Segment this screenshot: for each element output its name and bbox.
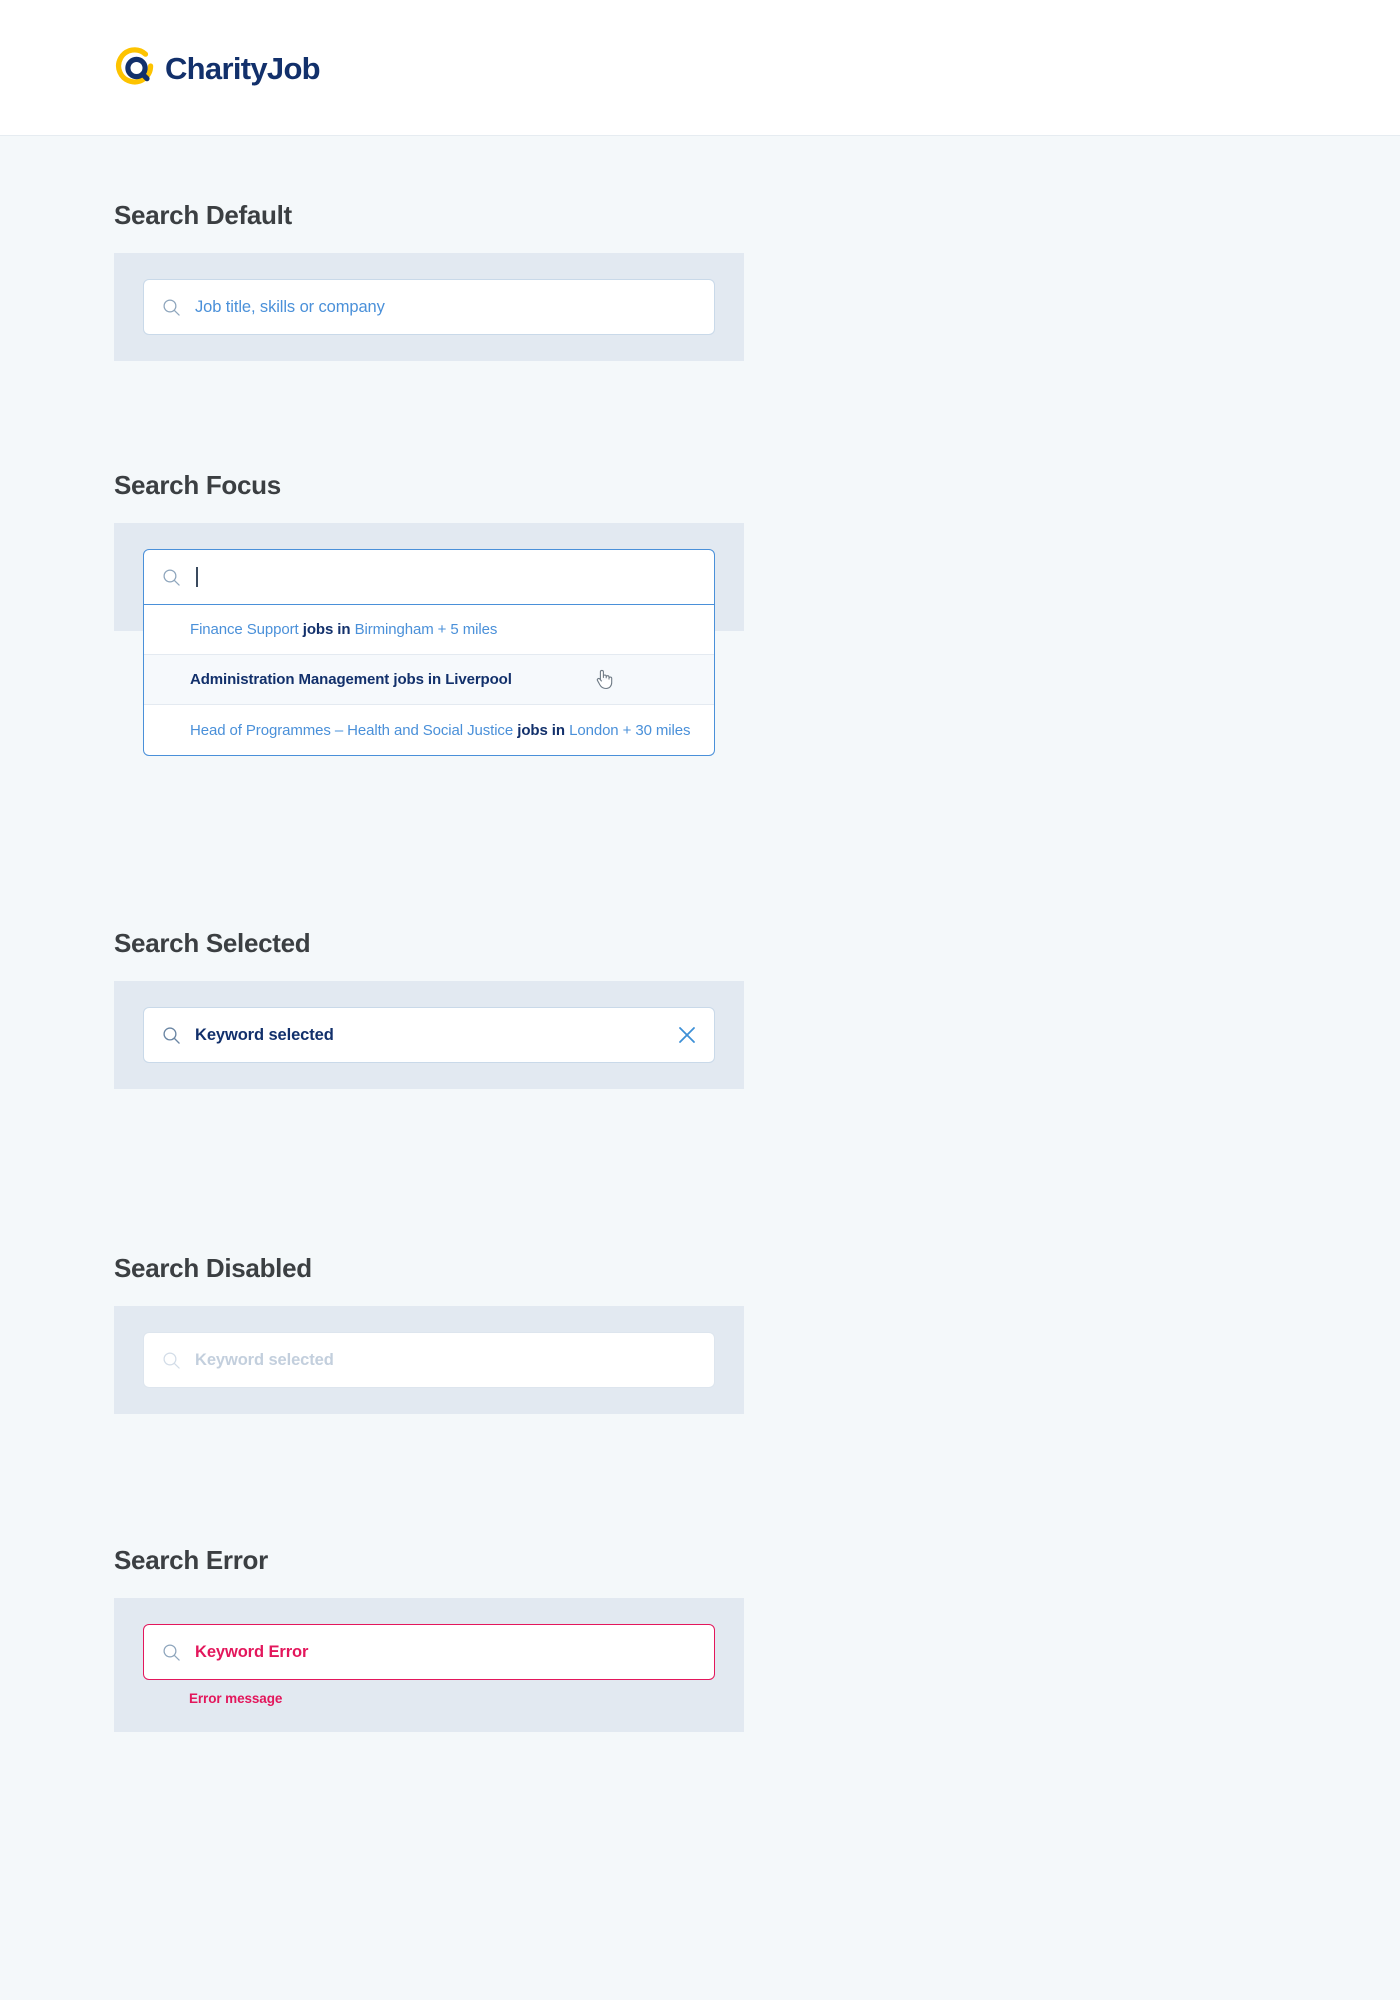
panel-search-selected: Keyword selected <box>114 981 744 1090</box>
suggestion-item[interactable]: Finance Support jobs in Birmingham + 5 m… <box>144 605 714 656</box>
section-search-error: Search Error Keyword Error Error message <box>114 1545 744 1733</box>
suggestion-connector: jobs in <box>393 671 442 689</box>
search-suggestions-dropdown[interactable]: Finance Support jobs in Birmingham + 5 m… <box>143 605 715 757</box>
suggestion-keyword: Administration Management <box>190 671 390 689</box>
panel-search-disabled: Keyword selected <box>114 1306 744 1415</box>
close-icon[interactable] <box>676 1024 698 1046</box>
search-input-focused[interactable] <box>143 549 715 606</box>
suggestion-location: Birmingham + 5 miles <box>354 621 498 639</box>
error-message: Error message <box>189 1691 283 1707</box>
search-icon <box>163 299 180 316</box>
pointer-hand-cursor <box>596 670 613 690</box>
search-input-disabled-value: Keyword selected <box>195 1350 334 1369</box>
panel-search-default: Job title, skills or company <box>114 253 744 362</box>
charityjob-logo-icon <box>116 47 154 85</box>
panel-search-error: Keyword Error Error message <box>114 1598 744 1733</box>
search-icon <box>163 569 180 586</box>
section-title-search-error: Search Error <box>114 1545 268 1575</box>
logo-wordmark: CharityJob <box>165 50 321 86</box>
search-icon <box>163 1027 180 1044</box>
site-header: CharityJob <box>0 0 1400 136</box>
search-icon <box>163 1644 180 1661</box>
suggestion-connector: jobs in <box>517 721 565 739</box>
search-input-default-placeholder: Job title, skills or company <box>195 297 385 316</box>
search-input-selected-value: Keyword selected <box>195 1025 334 1044</box>
section-title-search-selected: Search Selected <box>114 928 311 958</box>
section-search-disabled: Search Disabled Keyword selected <box>114 1253 744 1415</box>
suggestion-location: London + 30 miles <box>569 721 691 739</box>
section-search-focus: Search Focus Finance Support jobs in Bir… <box>114 470 744 757</box>
text-caret <box>196 567 198 588</box>
suggestion-keyword: Finance Support <box>190 621 299 639</box>
suggestion-keyword: Head of Programmes – Health and Social J… <box>190 721 514 739</box>
search-input-error-value: Keyword Error <box>195 1642 309 1661</box>
search-input-selected[interactable]: Keyword selected <box>143 1007 715 1064</box>
section-title-search-disabled: Search Disabled <box>114 1253 312 1283</box>
section-title-search-focus: Search Focus <box>114 470 281 500</box>
search-input-default[interactable]: Job title, skills or company <box>143 279 715 336</box>
section-title-search-default: Search Default <box>114 200 292 230</box>
search-icon <box>163 1352 180 1369</box>
search-input-error[interactable]: Keyword Error <box>143 1624 715 1681</box>
suggestion-item[interactable]: Administration Management jobs in Liverp… <box>144 655 714 706</box>
section-search-default: Search Default Job title, skills or comp… <box>114 200 744 362</box>
suggestion-item[interactable]: Head of Programmes – Health and Social J… <box>144 705 714 755</box>
search-input-disabled: Keyword selected <box>143 1332 715 1389</box>
suggestion-connector: jobs in <box>302 621 351 639</box>
section-search-selected: Search Selected Keyword selected <box>114 928 744 1090</box>
panel-search-focus: Finance Support jobs in Birmingham + 5 m… <box>114 523 744 757</box>
charityjob-logo[interactable]: CharityJob <box>114 47 321 89</box>
suggestion-location: Liverpool <box>445 671 512 689</box>
